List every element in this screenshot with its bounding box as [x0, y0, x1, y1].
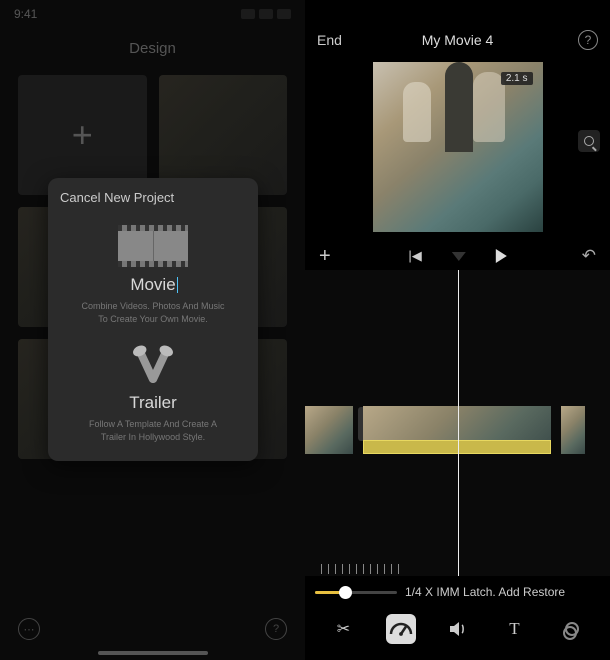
speed-label: 1/4 X IMM Latch. Add Restore [405, 585, 600, 599]
clip-duration-badge: 2.1 s [501, 72, 533, 85]
speed-ruler [321, 564, 403, 574]
cut-tool[interactable]: ✂ [329, 614, 359, 644]
playhead-marker-icon [452, 252, 466, 261]
help-icon[interactable]: ? [265, 618, 287, 640]
new-project-modal: Cancel New Project Movie Combine Videos.… [48, 178, 258, 461]
spotlight-icon [131, 343, 175, 387]
help-icon[interactable]: ? [578, 30, 598, 50]
speedometer-icon [386, 614, 416, 644]
home-indicator [98, 651, 208, 655]
timeline[interactable]: | | [305, 270, 610, 576]
add-media-button[interactable]: + [319, 245, 331, 268]
left-bottom-bar: ⋯ ? [0, 618, 305, 640]
more-icon[interactable]: ⋯ [18, 618, 40, 640]
trailer-label: Trailer [129, 393, 177, 413]
volume-tool[interactable] [443, 614, 473, 644]
filters-tool[interactable] [557, 614, 587, 644]
preview-area: 2.1 s [305, 62, 610, 242]
editor-screen: End My Movie 4 ? 2.1 s + |◀ ↶ | | [305, 0, 610, 660]
text-tool[interactable]: T [500, 614, 530, 644]
zoom-icon[interactable] [578, 130, 600, 152]
filters-icon [565, 622, 579, 636]
editor-top-bar: End My Movie 4 ? [305, 0, 610, 64]
speed-slider[interactable] [315, 591, 397, 594]
volume-icon [448, 620, 468, 638]
movie-label: Movie [130, 275, 175, 295]
movie-option[interactable]: Movie Combine Videos. Photos And Music T… [58, 221, 248, 325]
slider-thumb[interactable] [339, 586, 352, 599]
library-screen: 9:41 Design + Cancel New Project Movie C… [0, 0, 305, 660]
skip-back-button[interactable]: |◀ [408, 248, 421, 264]
design-header: Design [0, 28, 305, 75]
status-bar: 9:41 [0, 0, 305, 28]
project-tile[interactable] [159, 75, 288, 195]
plus-icon: + [72, 114, 93, 156]
trailer-desc: Follow A Template And Create A Trailer I… [89, 418, 217, 443]
new-project-tile[interactable]: + [18, 75, 147, 195]
clip[interactable] [305, 406, 353, 454]
undo-button[interactable]: ↶ [582, 246, 596, 266]
movie-desc: Combine Videos. Photos And Music To Crea… [82, 300, 225, 325]
status-time: 9:41 [14, 7, 37, 21]
clip[interactable] [561, 406, 585, 454]
playhead[interactable] [458, 270, 460, 576]
project-title[interactable]: My Movie 4 [422, 32, 494, 48]
tool-row: ✂ T [305, 608, 610, 660]
status-icons [241, 9, 291, 19]
film-icon [118, 225, 188, 267]
modal-cancel[interactable]: Cancel New Project [58, 190, 248, 215]
play-button[interactable] [496, 249, 507, 263]
end-button[interactable]: End [317, 32, 342, 48]
speed-control-row: 1/4 X IMM Latch. Add Restore [305, 576, 610, 608]
trailer-option[interactable]: Trailer Follow A Template And Create A T… [58, 331, 248, 443]
speed-tool[interactable] [386, 614, 416, 644]
transport-bar: + |◀ ↶ [305, 242, 610, 270]
video-preview[interactable]: 2.1 s [373, 62, 543, 232]
